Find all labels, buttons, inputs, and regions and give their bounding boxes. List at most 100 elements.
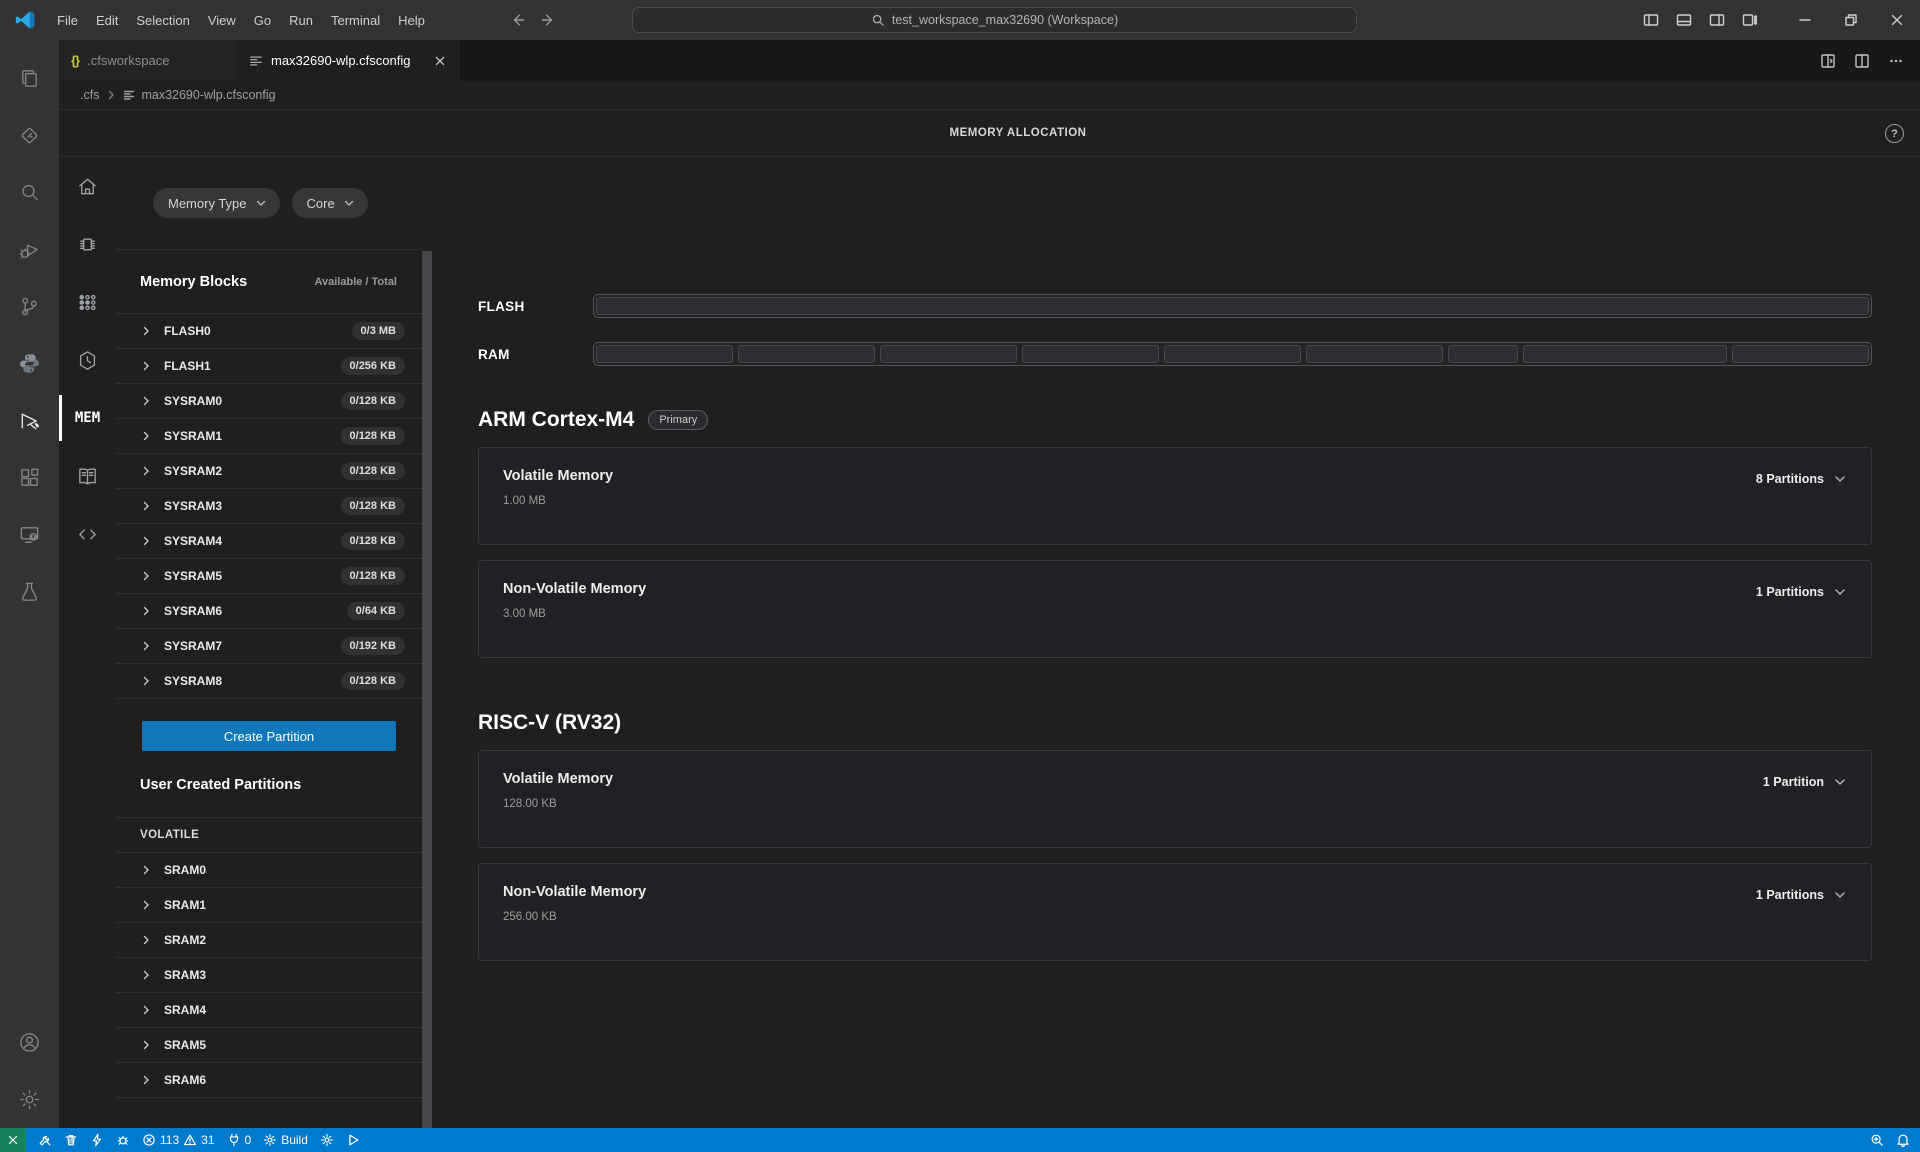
panel-scrollbar[interactable] — [422, 157, 432, 1128]
chevron-right-icon[interactable] — [140, 864, 152, 876]
split-editor-icon[interactable] — [1848, 47, 1876, 75]
user-partition-row[interactable]: SRAM3 — [116, 958, 422, 993]
chevron-right-icon[interactable] — [140, 1039, 152, 1051]
partitions-dropdown[interactable]: 8 Partitions — [1756, 470, 1847, 488]
chevron-right-icon[interactable] — [140, 675, 152, 687]
minimize-icon[interactable] — [1782, 0, 1828, 40]
chevron-right-icon[interactable] — [140, 535, 152, 547]
python-icon[interactable] — [0, 335, 59, 392]
user-partition-row[interactable]: SRAM6 — [116, 1063, 422, 1098]
search-view-icon[interactable] — [0, 164, 59, 221]
memory-allocation-tab-icon[interactable]: MEM — [59, 389, 116, 447]
user-partition-row[interactable]: SRAM0 — [116, 853, 422, 888]
partitions-dropdown[interactable]: 1 Partition — [1763, 773, 1847, 791]
trash-icon[interactable] — [58, 1128, 84, 1152]
memory-block-row[interactable]: SYSRAM4 0/128 KB — [116, 524, 422, 559]
customize-layout-icon[interactable] — [1733, 0, 1766, 40]
ports-indicator[interactable]: 0 — [221, 1128, 258, 1152]
memory-block-row[interactable]: FLASH1 0/256 KB — [116, 349, 422, 384]
chevron-right-icon[interactable] — [140, 934, 152, 946]
code-icon[interactable] — [59, 505, 116, 563]
chevron-right-icon[interactable] — [140, 640, 152, 652]
cfs-workspace-icon[interactable] — [0, 107, 59, 164]
tools-icon[interactable] — [32, 1128, 58, 1152]
close-icon[interactable] — [1874, 0, 1920, 40]
clock-config-icon[interactable] — [59, 331, 116, 389]
toggle-secondary-sidebar-icon[interactable] — [1700, 0, 1733, 40]
partitions-dropdown[interactable]: 1 Partitions — [1756, 583, 1847, 601]
pin-grid-icon[interactable] — [59, 273, 116, 331]
user-partition-row[interactable]: SRAM2 — [116, 923, 422, 958]
breadcrumb-file[interactable]: max32690-wlp.cfsconfig — [141, 88, 275, 102]
problems-indicator[interactable]: 113 31 — [136, 1128, 221, 1152]
menu-item[interactable]: View — [199, 7, 245, 33]
chevron-right-icon[interactable] — [140, 465, 152, 477]
config-gear-icon[interactable] — [314, 1128, 340, 1152]
create-partition-button[interactable]: Create Partition — [142, 721, 396, 751]
chevron-right-icon[interactable] — [140, 969, 152, 981]
help-icon[interactable]: ? — [1885, 124, 1904, 143]
memory-block-row[interactable]: SYSRAM1 0/128 KB — [116, 419, 422, 454]
memory-block-row[interactable]: SYSRAM8 0/128 KB — [116, 664, 422, 699]
cfs-home-view-icon[interactable] — [0, 392, 59, 449]
remote-indicator[interactable] — [0, 1128, 26, 1152]
toggle-sidebar-icon[interactable] — [1634, 0, 1667, 40]
chevron-right-icon[interactable] — [140, 605, 152, 617]
account-icon[interactable] — [0, 1014, 59, 1071]
memory-type-filter[interactable]: Memory Type — [153, 188, 280, 218]
chevron-right-icon[interactable] — [140, 325, 152, 337]
open-changes-icon[interactable] — [1814, 47, 1842, 75]
user-partition-row[interactable]: SRAM5 — [116, 1028, 422, 1063]
chevron-right-icon[interactable] — [140, 570, 152, 582]
restore-icon[interactable] — [1828, 0, 1874, 40]
chip-icon[interactable] — [59, 215, 116, 273]
forward-arrow-icon[interactable] — [540, 12, 556, 28]
chevron-right-icon[interactable] — [140, 899, 152, 911]
memory-block-row[interactable]: SYSRAM5 0/128 KB — [116, 559, 422, 594]
run-play-icon[interactable] — [340, 1128, 366, 1152]
memory-block-row[interactable]: SYSRAM3 0/128 KB — [116, 489, 422, 524]
chevron-right-icon[interactable] — [140, 395, 152, 407]
build-action[interactable]: Build — [257, 1128, 314, 1152]
registers-book-icon[interactable] — [59, 447, 116, 505]
user-partition-row[interactable]: SRAM4 — [116, 993, 422, 1028]
chevron-right-icon[interactable] — [140, 1074, 152, 1086]
more-actions-icon[interactable] — [1882, 47, 1910, 75]
breadcrumb-root[interactable]: .cfs — [80, 88, 99, 102]
user-partition-row[interactable]: SRAM1 — [116, 888, 422, 923]
memory-block-row[interactable]: SYSRAM7 0/192 KB — [116, 629, 422, 664]
memory-block-row[interactable]: FLASH0 0/3 MB — [116, 314, 422, 349]
explorer-icon[interactable] — [0, 50, 59, 107]
menu-item[interactable]: Help — [389, 7, 434, 33]
extensions-icon[interactable] — [0, 449, 59, 506]
chevron-right-icon[interactable] — [140, 360, 152, 372]
core-filter[interactable]: Core — [292, 188, 368, 218]
notifications-bell-icon[interactable] — [1890, 1128, 1916, 1152]
menu-item[interactable]: Terminal — [322, 7, 389, 33]
remote-explorer-icon[interactable] — [0, 506, 59, 563]
source-control-icon[interactable] — [0, 278, 59, 335]
settings-gear-icon[interactable] — [0, 1071, 59, 1128]
chevron-right-icon[interactable] — [140, 1004, 152, 1016]
zoom-in-icon[interactable] — [1864, 1128, 1890, 1152]
memory-block-row[interactable]: SYSRAM2 0/128 KB — [116, 454, 422, 489]
debug-icon[interactable] — [110, 1128, 136, 1152]
menu-item[interactable]: Run — [280, 7, 322, 33]
run-debug-icon[interactable] — [0, 221, 59, 278]
menu-item[interactable]: Go — [245, 7, 280, 33]
back-arrow-icon[interactable] — [510, 12, 526, 28]
chevron-right-icon[interactable] — [140, 430, 152, 442]
memory-block-row[interactable]: SYSRAM0 0/128 KB — [116, 384, 422, 419]
test-beaker-icon[interactable] — [0, 563, 59, 620]
tab-cfsworkspace[interactable]: {} .cfsworkspace — [59, 40, 237, 81]
toggle-panel-icon[interactable] — [1667, 0, 1700, 40]
menu-item[interactable]: Selection — [127, 7, 198, 33]
memory-block-row[interactable]: SYSRAM6 0/64 KB — [116, 594, 422, 629]
command-center[interactable]: test_workspace_max32690 (Workspace) — [632, 7, 1357, 33]
home-icon[interactable] — [59, 157, 116, 215]
menu-item[interactable]: File — [48, 7, 87, 33]
tab-close-icon[interactable] — [433, 54, 447, 68]
chevron-right-icon[interactable] — [140, 500, 152, 512]
flash-icon[interactable] — [84, 1128, 110, 1152]
tab-cfsconfig[interactable]: max32690-wlp.cfsconfig — [237, 40, 460, 81]
